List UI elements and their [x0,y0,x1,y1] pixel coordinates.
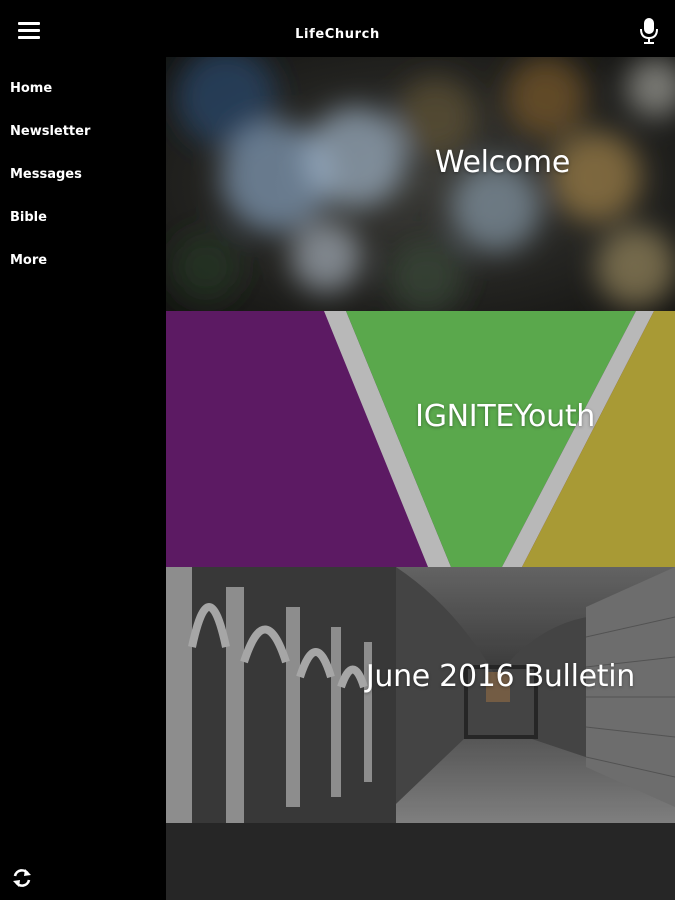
bokeh-background-image [166,57,675,311]
microphone-icon[interactable] [637,16,661,46]
content-area: Welcome IGNITEYouth June 2016 Bulletin [166,57,675,900]
top-bar: LifeChurch [0,0,675,57]
ignite-youth-tile[interactable]: IGNITEYouth [166,311,675,567]
welcome-tile[interactable]: Welcome [166,57,675,311]
ignite-youth-tile-label: IGNITEYouth [415,399,595,434]
sidebar-item-messages[interactable]: Messages [10,167,82,182]
refresh-icon[interactable] [10,866,34,890]
sidebar-item-newsletter[interactable]: Newsletter [10,124,90,139]
sidebar-item-bible[interactable]: Bible [10,210,47,225]
empty-tile-area [166,823,675,900]
sidebar-item-more[interactable]: More [10,253,47,268]
bulletin-tile[interactable]: June 2016 Bulletin [166,567,675,823]
bulletin-tile-label: June 2016 Bulletin [365,659,635,694]
app-title: LifeChurch [295,27,380,42]
sidebar-item-home[interactable]: Home [10,81,52,96]
ignite-youth-graphic [166,311,675,567]
sidebar-nav: Home Newsletter Messages Bible More [0,57,166,900]
app-root: LifeChurch Home Newsletter Messages Bibl… [0,0,675,900]
welcome-tile-label: Welcome [434,145,570,180]
cloister-corridor-image [166,567,675,823]
